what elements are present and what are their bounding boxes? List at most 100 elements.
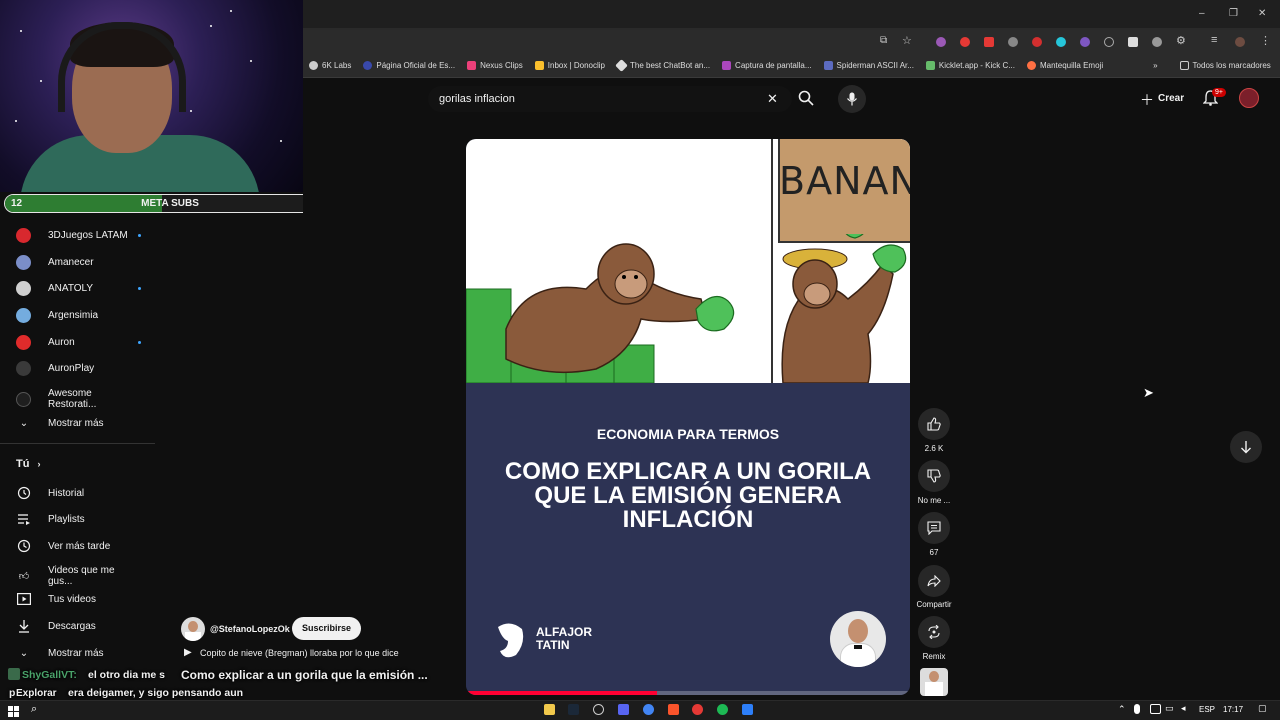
windows-start-icon[interactable] xyxy=(8,704,19,717)
show-more-subscriptions[interactable]: ⌄ Mostrar más xyxy=(16,415,141,431)
you-section-header[interactable]: Tú › xyxy=(16,458,141,470)
subscription-item[interactable]: Awesome Restorati... xyxy=(16,388,141,410)
comments-button[interactable] xyxy=(918,512,950,544)
sidebar-item-downloads[interactable]: Descargas xyxy=(16,618,141,634)
extension-icon[interactable] xyxy=(1128,37,1138,47)
subscription-item[interactable]: AuronPlay xyxy=(16,361,141,376)
volume-icon[interactable]: ◂ xyxy=(1181,703,1186,714)
bookmark-item[interactable]: Captura de pantalla... xyxy=(716,61,818,70)
extension-icon[interactable] xyxy=(1008,37,1018,47)
brave-icon[interactable] xyxy=(668,704,679,715)
extension-icon[interactable] xyxy=(1056,37,1066,47)
bookmark-item[interactable]: 6K Labs xyxy=(303,61,357,70)
channel-avatar xyxy=(16,361,31,376)
chat-message: el otro dia me s xyxy=(88,669,166,681)
sidebar-item-history[interactable]: Historial xyxy=(16,485,141,501)
bookmark-star-icon[interactable]: ☆ xyxy=(902,34,912,47)
dislike-label: No me ... xyxy=(917,496,951,505)
restore-icon[interactable]: ❐ xyxy=(1229,8,1238,19)
subscription-item[interactable]: Auron xyxy=(16,335,141,350)
bookmark-item[interactable]: Kicklet.app - Kick C... xyxy=(920,61,1021,70)
tray-app-icon[interactable] xyxy=(1150,704,1161,714)
subscription-item[interactable]: ANATOLY xyxy=(16,281,141,296)
search-input[interactable]: gorilas inflacion xyxy=(428,86,792,112)
notifications-icon[interactable]: ▢ xyxy=(1258,703,1267,714)
sidebar-item-watch-later[interactable]: Ver más tarde xyxy=(16,538,141,554)
microphone-icon[interactable] xyxy=(1134,704,1140,714)
dislike-button[interactable] xyxy=(918,460,950,492)
tray-chevron-icon[interactable]: ⌃ xyxy=(1118,704,1126,715)
sidebar-item-liked-videos[interactable]: 👍︎ Videos que me gus... xyxy=(16,565,141,587)
sidebar-item-your-videos[interactable]: Tus videos xyxy=(16,591,141,607)
video-headline: COMO EXPLICAR A UN GORILA QUE LA EMISIÓN… xyxy=(466,460,910,532)
like-button[interactable] xyxy=(918,408,950,440)
extension-icon[interactable] xyxy=(936,37,946,47)
obs-icon[interactable] xyxy=(593,704,604,715)
media-player-icon[interactable] xyxy=(692,704,703,715)
install-app-icon[interactable]: ⧉ xyxy=(880,35,887,46)
network-icon[interactable]: ▭ xyxy=(1165,703,1174,714)
extension-icon[interactable] xyxy=(1152,37,1162,47)
next-short-button[interactable] xyxy=(1230,431,1262,463)
extension-icon[interactable] xyxy=(1032,37,1042,47)
reading-list-icon[interactable]: ≡ xyxy=(1211,34,1217,46)
extension-icon[interactable] xyxy=(960,37,970,47)
steam-icon[interactable] xyxy=(568,704,579,715)
audio-track-label[interactable]: Copito de nieve (Bregman) lloraba por lo… xyxy=(200,648,399,658)
app-icon[interactable] xyxy=(742,704,753,715)
video-subtitle: ECONOMIA PARA TERMOS xyxy=(596,426,780,442)
chat-badge-icon xyxy=(8,668,20,680)
subscribe-button[interactable]: Suscribirse xyxy=(292,617,362,640)
chrome-icon[interactable] xyxy=(643,704,654,715)
profile-avatar[interactable] xyxy=(1235,37,1245,47)
bookmark-item[interactable]: Inbox | Donoclip xyxy=(529,61,611,70)
extension-icon[interactable] xyxy=(1080,37,1090,47)
bookmark-item[interactable]: Nexus Clips xyxy=(461,61,529,70)
discord-icon[interactable] xyxy=(618,704,629,715)
video-icon xyxy=(16,591,32,607)
clock-time[interactable]: 17:17 xyxy=(1223,705,1243,714)
create-plus-icon[interactable]: ＋ xyxy=(1140,90,1154,110)
bookmarks-overflow[interactable]: » xyxy=(1147,61,1163,70)
taskbar-search-icon[interactable]: ⌕ xyxy=(31,703,37,716)
minimize-icon[interactable]: – xyxy=(1199,8,1205,19)
subscription-item[interactable]: 3DJuegos LATAM xyxy=(16,228,141,243)
mouse-cursor: ➤ xyxy=(1143,385,1154,400)
extensions-puzzle-icon[interactable]: ⚙ xyxy=(1176,34,1186,47)
language-indicator[interactable]: ESP xyxy=(1199,705,1215,714)
extension-icon[interactable] xyxy=(1104,37,1114,47)
short-video-title[interactable]: Como explicar a un gorila que la emisión… xyxy=(181,668,428,682)
webcam-overlay xyxy=(0,0,303,192)
search-icon[interactable] xyxy=(798,90,814,111)
channel-avatar[interactable] xyxy=(181,617,205,641)
browser-menu-icon[interactable]: ⋮ xyxy=(1260,34,1271,47)
bookmark-item[interactable]: Mantequilla Emoji xyxy=(1021,61,1109,70)
account-avatar[interactable] xyxy=(1239,88,1259,108)
sidebar-item-show-more[interactable]: ⌄ Mostrar más xyxy=(16,645,141,661)
create-button[interactable]: Crear xyxy=(1158,93,1184,104)
thumbs-down-icon xyxy=(927,469,941,483)
bookmark-item[interactable]: Spiderman ASCII Ar... xyxy=(818,61,920,70)
clear-search-icon[interactable]: ✕ xyxy=(767,91,778,107)
audio-source-thumbnail[interactable] xyxy=(920,668,948,696)
voice-search-button[interactable] xyxy=(838,85,866,113)
close-window-icon[interactable]: ✕ xyxy=(1258,8,1266,19)
headline-line: INFLACIÓN xyxy=(622,506,754,533)
remix-button[interactable] xyxy=(918,616,950,648)
explore-label[interactable]: Explorar xyxy=(16,688,57,699)
file-explorer-icon[interactable] xyxy=(544,704,555,715)
adblock-icon[interactable] xyxy=(984,37,994,47)
bookmark-item[interactable]: The best ChatBot an... xyxy=(611,59,716,72)
bookmark-item[interactable]: Página Oficial de Es... xyxy=(357,61,461,70)
channel-handle[interactable]: @StefanoLopezOk xyxy=(210,624,290,634)
sidebar-item-playlists[interactable]: Playlists xyxy=(16,511,141,527)
all-bookmarks-folder[interactable]: Todos los marcadores xyxy=(1174,61,1277,70)
subscription-item[interactable]: Amanecer xyxy=(16,255,141,270)
comment-icon xyxy=(927,521,941,535)
spotify-icon[interactable] xyxy=(717,704,728,715)
progress-track[interactable] xyxy=(466,691,910,695)
subscription-item[interactable]: Argensimia xyxy=(16,308,141,323)
progress-fill xyxy=(466,691,657,695)
short-video-player[interactable]: BANAN ECONOMIA PARA TERMOS COMO EXPLICAR… xyxy=(466,139,910,695)
share-button[interactable] xyxy=(918,565,950,597)
